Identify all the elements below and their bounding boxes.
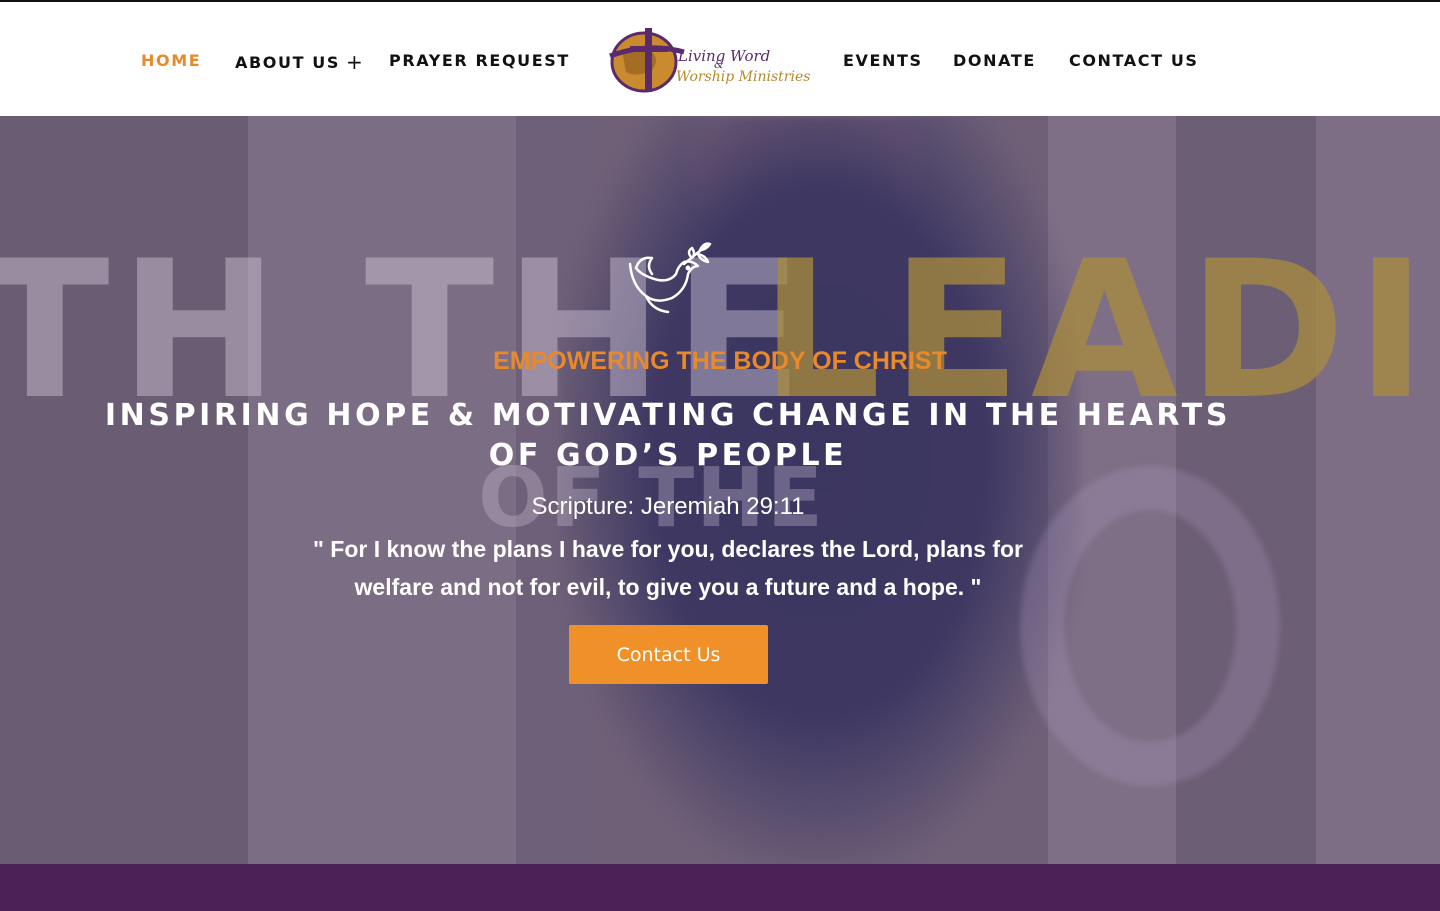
logo-line-1: Living Word [678,47,771,65]
nav-prayer-request[interactable]: PRAYER REQUEST [389,51,570,71]
section-divider-band [0,864,1440,911]
site-header: HOME ABOUT US + PRAYER REQUEST Living Wor… [0,0,1440,116]
nav-contact-us[interactable]: CONTACT US [1069,51,1199,71]
nav-donate[interactable]: DONATE [953,51,1036,71]
hero-tagline: EMPOWERING THE BODY OF CHRIST [493,347,947,375]
nav-about-label: ABOUT US [235,53,340,72]
plus-icon: + [345,50,365,74]
scripture-reference: Scripture: Jeremiah 29:11 [531,493,805,520]
site-logo[interactable]: Living Word & Worship Ministries [608,26,810,96]
nav-events[interactable]: EVENTS [843,51,923,71]
nav-home[interactable]: HOME [141,51,201,71]
hero-section: TH THE LEADIN OF THE EMPOWERING THE BODY… [0,116,1440,864]
hero-headline: INSPIRING HOPE & MOTIVATING CHANGE IN TH… [104,398,1232,473]
dove-icon [628,242,712,314]
logo-line-2: Worship Ministries [676,69,811,85]
scripture-quote: " For I know the plans I have for you, d… [313,536,1023,600]
nav-about-us[interactable]: ABOUT US + [235,51,364,73]
contact-us-button[interactable]: Contact Us [569,625,768,684]
